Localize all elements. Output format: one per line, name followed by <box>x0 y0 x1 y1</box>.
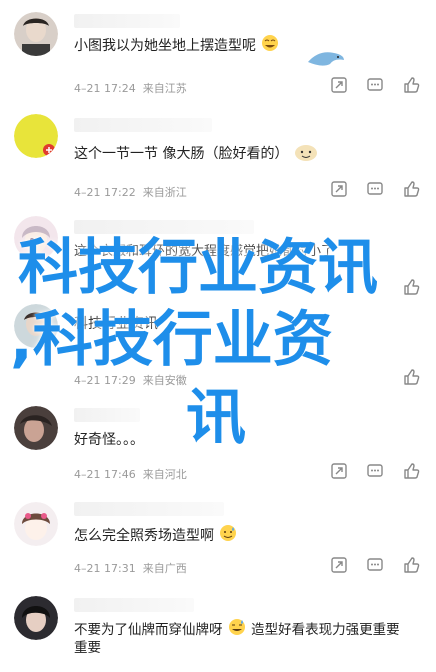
comment-text-content: 小图我以为她坐地上摆造型呢 <box>74 38 256 54</box>
user-avatar[interactable] <box>14 406 58 450</box>
comment-meta: 4–21 17:29 来自安徽 <box>74 372 187 388</box>
laughing-emoji-icon <box>260 34 280 58</box>
user-avatar[interactable] <box>14 12 58 56</box>
comment-meta: 4–21 17:24 来自江苏 <box>74 80 187 96</box>
comment-meta: 4–21 17:22 来自浙江 <box>74 184 187 200</box>
user-avatar[interactable] <box>14 502 58 546</box>
sweat-smile-emoji-icon <box>218 524 238 548</box>
sticker-dolphin-icon <box>306 48 346 70</box>
comment-text: 这个衣服和耳环的宽大程度感觉把她都衬小了 <box>74 242 419 262</box>
share-icon[interactable] <box>330 462 348 480</box>
thumb-up-icon[interactable] <box>402 556 420 574</box>
thumb-up-icon[interactable] <box>402 278 420 296</box>
comment-icon[interactable] <box>366 76 384 94</box>
comment-time: 4–21 17:24 <box>74 82 136 95</box>
comment-text-content-2: 造型好看表现力强更重要 <box>251 622 400 638</box>
comment-location: 来自江苏 <box>142 82 187 95</box>
comment-actions <box>330 180 420 198</box>
comment-meta: 4–21 17:46 来自河北 <box>74 466 187 482</box>
comment-time: 4–21 17:31 <box>74 562 136 575</box>
user-name-blurred <box>74 408 140 422</box>
comment-text-content-3: 重要 <box>74 640 101 656</box>
user-avatar[interactable] <box>14 216 58 260</box>
share-icon[interactable] <box>330 76 348 94</box>
user-name-blurred <box>74 220 254 234</box>
comment-location: 来自河北 <box>142 468 187 481</box>
comment-time: 4–21 17:22 <box>74 186 136 199</box>
thumb-up-icon[interactable] <box>402 76 420 94</box>
user-name-blurred <box>74 502 224 516</box>
comment-actions <box>330 76 420 94</box>
user-name-blurred <box>74 598 194 612</box>
comment-meta: 4–21 17:31 来自广西 <box>74 560 187 576</box>
comment-text-content: 这个衣服和耳环的宽大程度感觉把她都衬小了 <box>74 244 335 259</box>
thumb-up-icon[interactable] <box>402 368 420 386</box>
comment-text: 好奇怪。。。 <box>74 430 419 450</box>
comment-actions <box>402 278 420 296</box>
user-avatar[interactable] <box>14 304 58 348</box>
user-avatar[interactable] <box>14 114 58 158</box>
user-name-blurred <box>74 118 212 132</box>
comment-text: 这个一节一节 像大肠（脸好看的） <box>74 140 419 168</box>
comment-icon[interactable] <box>366 180 384 198</box>
sticker-cartoon-icon <box>293 140 319 168</box>
comment-location: 来自广西 <box>142 562 187 575</box>
share-icon[interactable] <box>330 180 348 198</box>
comment-text-content: 好奇怪。。。 <box>74 432 144 448</box>
comment-text: 怎么完全照秀场造型啊 <box>74 524 419 548</box>
comment-text-content: 科技行业资讯 <box>74 316 158 332</box>
comment-text-content: 怎么完全照秀场造型啊 <box>74 528 214 544</box>
comment-icon[interactable] <box>366 556 384 574</box>
user-avatar[interactable] <box>14 596 58 640</box>
comment-actions <box>330 462 420 480</box>
share-icon[interactable] <box>330 556 348 574</box>
comment-actions <box>402 368 420 386</box>
thumb-up-icon[interactable] <box>402 462 420 480</box>
comment-actions <box>330 556 420 574</box>
comment-time: 4–21 17:29 <box>74 374 136 387</box>
comment-text-line2: 重要 <box>74 638 419 658</box>
comment-time: 4–21 17:46 <box>74 468 136 481</box>
comment-location: 来自安徽 <box>142 374 187 387</box>
comment-location: 来自浙江 <box>142 186 187 199</box>
comment-text: 科技行业资讯 <box>74 314 419 334</box>
comment-text-content: 不要为了仙牌而穿仙牌呀 <box>74 622 223 638</box>
comment-text: 小图我以为她坐地上摆造型呢 <box>74 34 419 58</box>
comment-icon[interactable] <box>366 462 384 480</box>
user-name-blurred <box>74 14 180 28</box>
thumb-up-icon[interactable] <box>402 180 420 198</box>
comment-text-content: 这个一节一节 像大肠（脸好看的） <box>74 146 289 162</box>
